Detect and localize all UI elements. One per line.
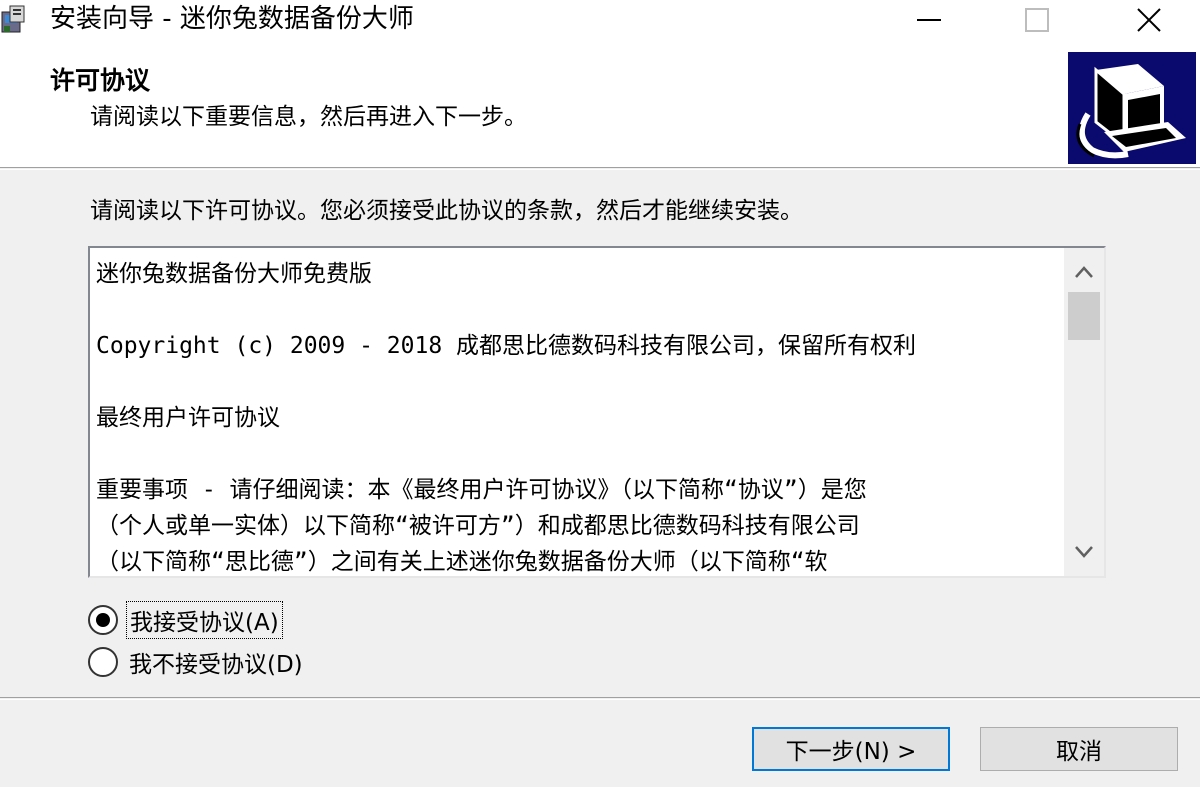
accept-radio[interactable] — [88, 605, 118, 635]
scroll-down-button[interactable] — [1064, 532, 1104, 572]
license-line: Copyright (c) 2009 - 2018 成都思比德数码科技有限公司，… — [96, 333, 917, 359]
license-line: 迷你兔数据备份大师免费版 — [96, 261, 372, 287]
window-title: 安装向导 - 迷你兔数据备份大师 — [50, 4, 414, 34]
radio-selected-dot — [96, 613, 110, 627]
title-bar: 安装向导 - 迷你兔数据备份大师 — [0, 0, 1200, 40]
license-textbox[interactable]: 迷你兔数据备份大师免费版 Copyright (c) 2009 - 2018 成… — [88, 246, 1106, 578]
cancel-button[interactable]: 取消 — [980, 727, 1178, 771]
close-button[interactable] — [1114, 0, 1184, 40]
license-line: （以下简称“思比德”）之间有关上述迷你兔数据备份大师（以下简称“软 — [96, 549, 828, 575]
decline-option[interactable]: 我不接受协议(D) — [88, 645, 306, 679]
chevron-up-icon — [1075, 266, 1093, 278]
decline-radio[interactable] — [88, 647, 118, 677]
header-divider — [0, 167, 1200, 170]
decline-label[interactable]: 我不接受协议(D) — [126, 644, 306, 680]
close-icon — [1137, 8, 1161, 32]
footer-divider — [0, 697, 1200, 700]
maximize-icon — [1025, 8, 1049, 32]
page-subtitle: 请阅读以下重要信息，然后再进入下一步。 — [90, 104, 527, 130]
scroll-thumb[interactable] — [1068, 292, 1100, 340]
maximize-button[interactable] — [1002, 0, 1072, 40]
chevron-down-icon — [1075, 546, 1093, 558]
license-line: （个人或单一实体）以下简称“被许可方”）和成都思比德数码科技有限公司 — [96, 513, 860, 539]
license-text: 迷你兔数据备份大师免费版 Copyright (c) 2009 - 2018 成… — [96, 256, 1060, 576]
minimize-icon — [917, 19, 941, 21]
installer-app-icon — [0, 4, 34, 36]
license-instruction: 请阅读以下许可协议。您必须接受此协议的条款，然后才能继续安装。 — [90, 198, 803, 224]
page-title: 许可协议 — [50, 66, 151, 95]
wizard-header: 许可协议 请阅读以下重要信息，然后再进入下一步。 — [0, 40, 1200, 167]
accept-label[interactable]: 我接受协议(A) — [126, 601, 283, 639]
license-scrollbar[interactable] — [1064, 248, 1104, 576]
next-button[interactable]: 下一步(N) > — [752, 727, 950, 771]
computer-backup-icon — [1068, 52, 1196, 164]
minimize-button[interactable] — [894, 0, 964, 40]
license-line: 最终用户许可协议 — [96, 405, 280, 431]
license-line: 重要事项 - 请仔细阅读：本《最终用户许可协议》（以下简称“协议”）是您 — [96, 477, 867, 503]
accept-option[interactable]: 我接受协议(A) — [88, 601, 283, 639]
scroll-up-button[interactable] — [1064, 252, 1104, 292]
